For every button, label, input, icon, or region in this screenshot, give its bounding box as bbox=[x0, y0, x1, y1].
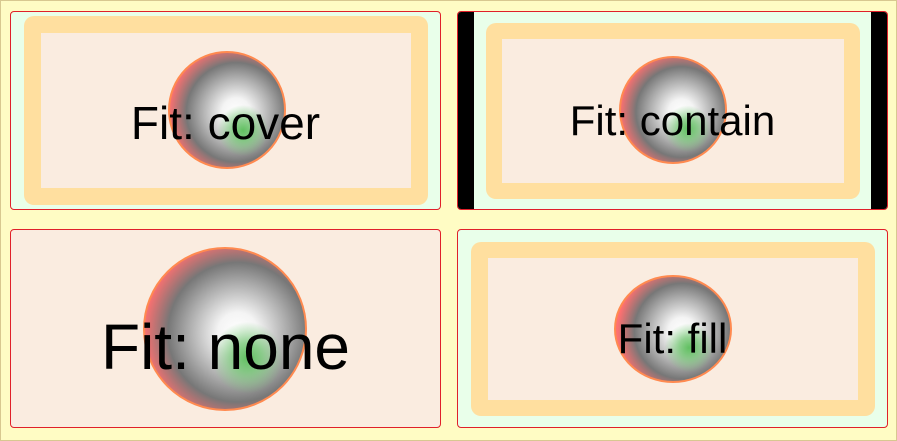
panel-fit-none: Fit: none bbox=[10, 229, 441, 428]
panel-fit-contain: Fit: contain bbox=[457, 11, 888, 210]
fit-contain-label: Fit: contain bbox=[569, 97, 776, 144]
fit-cover-label: Fit: cover bbox=[130, 97, 321, 149]
panel-fit-fill: Fit: fill bbox=[457, 229, 888, 428]
fit-fill-label: Fit: fill bbox=[617, 315, 728, 362]
fit-none-label: Fit: none bbox=[100, 311, 351, 383]
panel-fit-cover: Fit: cover bbox=[10, 11, 441, 210]
